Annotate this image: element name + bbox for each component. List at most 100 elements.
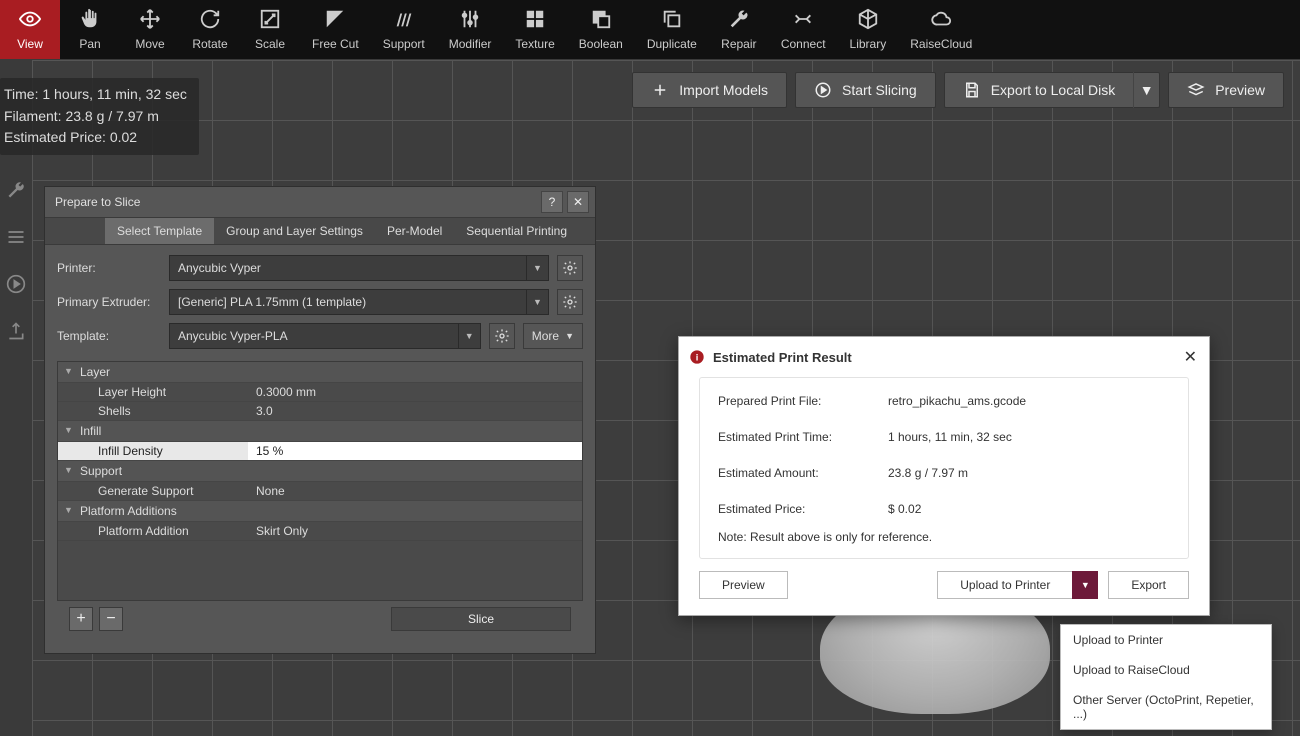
scale-icon <box>259 5 281 33</box>
dialog-close-button[interactable]: ✕ <box>1184 347 1197 367</box>
prop-generate-support[interactable]: Generate Support None <box>58 482 582 501</box>
tool-label: Modifier <box>449 37 492 51</box>
panel-title-text: Prepare to Slice <box>55 195 140 209</box>
start-slicing-button[interactable]: Start Slicing <box>795 72 936 108</box>
result-preview-button[interactable]: Preview <box>699 571 788 599</box>
tool-label: Duplicate <box>647 37 697 51</box>
tab-group-layer[interactable]: Group and Layer Settings <box>214 218 375 244</box>
upload-to-printer-button[interactable]: Upload to Printer <box>937 571 1072 599</box>
left-rail <box>0 180 32 344</box>
printer-select[interactable]: Anycubic Vyper <box>169 255 527 281</box>
group-support[interactable]: Support <box>58 461 582 482</box>
gear-icon <box>562 294 578 310</box>
tool-label: Free Cut <box>312 37 359 51</box>
menu-upload-printer[interactable]: Upload to Printer <box>1061 625 1271 655</box>
panel-titlebar[interactable]: Prepare to Slice ? ✕ <box>45 187 595 217</box>
tool-rotate[interactable]: Rotate <box>180 0 240 59</box>
chevron-down-icon[interactable]: ▼ <box>527 255 549 281</box>
slice-label: Start Slicing <box>842 82 917 98</box>
sliders-icon <box>459 5 481 33</box>
tool-label: Scale <box>255 37 285 51</box>
wrench-icon[interactable] <box>6 180 26 203</box>
result-note: Note: Result above is only for reference… <box>718 530 1170 544</box>
menu-upload-raisecloud[interactable]: Upload to RaiseCloud <box>1061 655 1271 685</box>
more-button[interactable]: More▼ <box>523 323 583 349</box>
remove-template-button[interactable]: − <box>99 607 123 631</box>
export-local-button[interactable]: Export to Local Disk ▼ <box>944 72 1161 108</box>
chevron-down-icon[interactable]: ▼ <box>459 323 481 349</box>
play-icon[interactable] <box>6 274 26 297</box>
settings-tree: Layer Layer Height 0.3000 mm Shells 3.0 … <box>57 361 583 601</box>
result-export-button[interactable]: Export <box>1108 571 1189 599</box>
tool-modifier[interactable]: Modifier <box>437 0 504 59</box>
tool-boolean[interactable]: Boolean <box>567 0 635 59</box>
chevron-down-icon[interactable]: ▼ <box>1133 72 1159 108</box>
action-row: Import Models Start Slicing Export to Lo… <box>632 72 1284 108</box>
tool-label: Library <box>850 37 887 51</box>
tool-texture[interactable]: Texture <box>503 0 566 59</box>
tool-library[interactable]: Library <box>838 0 899 59</box>
prop-platform-addition[interactable]: Platform Addition Skirt Only <box>58 522 582 541</box>
svg-text:i: i <box>696 352 699 362</box>
tool-freecut[interactable]: Free Cut <box>300 0 371 59</box>
tool-view[interactable]: View <box>0 0 60 59</box>
tool-support[interactable]: Support <box>371 0 437 59</box>
dialog-title: Estimated Print Result <box>713 350 852 365</box>
more-label: More <box>532 329 559 343</box>
tool-label: Texture <box>515 37 554 51</box>
tool-label: Rotate <box>192 37 227 51</box>
import-models-button[interactable]: Import Models <box>632 72 787 108</box>
tool-label: Support <box>383 37 425 51</box>
info-icon: i <box>689 349 705 365</box>
help-button[interactable]: ? <box>541 191 563 213</box>
tool-label: Repair <box>721 37 756 51</box>
template-select[interactable]: Anycubic Vyper-PLA <box>169 323 459 349</box>
menu-icon[interactable] <box>6 227 26 250</box>
slice-button[interactable]: Slice <box>391 607 571 631</box>
top-toolbar: View Pan Move Rotate Scale Free Cut Supp… <box>0 0 1300 59</box>
preview-button[interactable]: Preview <box>1168 72 1284 108</box>
play-icon <box>814 81 832 99</box>
tab-select-template[interactable]: Select Template <box>105 218 214 244</box>
menu-upload-other[interactable]: Other Server (OctoPrint, Repetier, ...) <box>1061 685 1271 729</box>
boolean-icon <box>590 5 612 33</box>
tool-connect[interactable]: Connect <box>769 0 838 59</box>
connect-icon <box>792 5 814 33</box>
prepare-to-slice-panel: Prepare to Slice ? ✕ Select Template Gro… <box>44 186 596 654</box>
add-template-button[interactable]: + <box>69 607 93 631</box>
tab-sequential[interactable]: Sequential Printing <box>454 218 579 244</box>
layers-icon <box>1187 81 1205 99</box>
tool-move[interactable]: Move <box>120 0 180 59</box>
extruder-settings-button[interactable] <box>557 289 583 315</box>
tool-label: View <box>17 37 43 51</box>
tool-pan[interactable]: Pan <box>60 0 120 59</box>
group-platform[interactable]: Platform Additions <box>58 501 582 522</box>
result-amount-label: Estimated Amount: <box>718 466 888 480</box>
tab-per-model[interactable]: Per-Model <box>375 218 454 244</box>
result-time-value: 1 hours, 11 min, 32 sec <box>888 430 1012 444</box>
template-label: Template: <box>57 329 161 343</box>
tool-repair[interactable]: Repair <box>709 0 769 59</box>
info-time: Time: 1 hours, 11 min, 32 sec <box>4 84 187 106</box>
upload-icon[interactable] <box>6 321 26 344</box>
prop-infill-density[interactable]: Infill Density 15 % <box>58 442 582 461</box>
cloud-icon <box>930 5 952 33</box>
print-info-overlay: Time: 1 hours, 11 min, 32 sec Filament: … <box>0 78 199 155</box>
prop-layer-height[interactable]: Layer Height 0.3000 mm <box>58 383 582 402</box>
tool-duplicate[interactable]: Duplicate <box>635 0 709 59</box>
extruder-select[interactable]: [Generic] PLA 1.75mm (1 template) <box>169 289 527 315</box>
tool-raisecloud[interactable]: RaiseCloud <box>898 0 984 59</box>
template-settings-button[interactable] <box>489 323 515 349</box>
tool-scale[interactable]: Scale <box>240 0 300 59</box>
eye-icon <box>19 5 41 33</box>
upload-dropdown-toggle[interactable]: ▼ <box>1072 571 1098 599</box>
group-infill[interactable]: Infill <box>58 421 582 442</box>
prop-shells[interactable]: Shells 3.0 <box>58 402 582 421</box>
printer-settings-button[interactable] <box>557 255 583 281</box>
gear-icon <box>562 260 578 276</box>
group-layer[interactable]: Layer <box>58 362 582 383</box>
estimated-result-dialog: i Estimated Print Result ✕ Prepared Prin… <box>678 336 1210 616</box>
chevron-down-icon[interactable]: ▼ <box>527 289 549 315</box>
close-button[interactable]: ✕ <box>567 191 589 213</box>
plus-icon <box>651 81 669 99</box>
